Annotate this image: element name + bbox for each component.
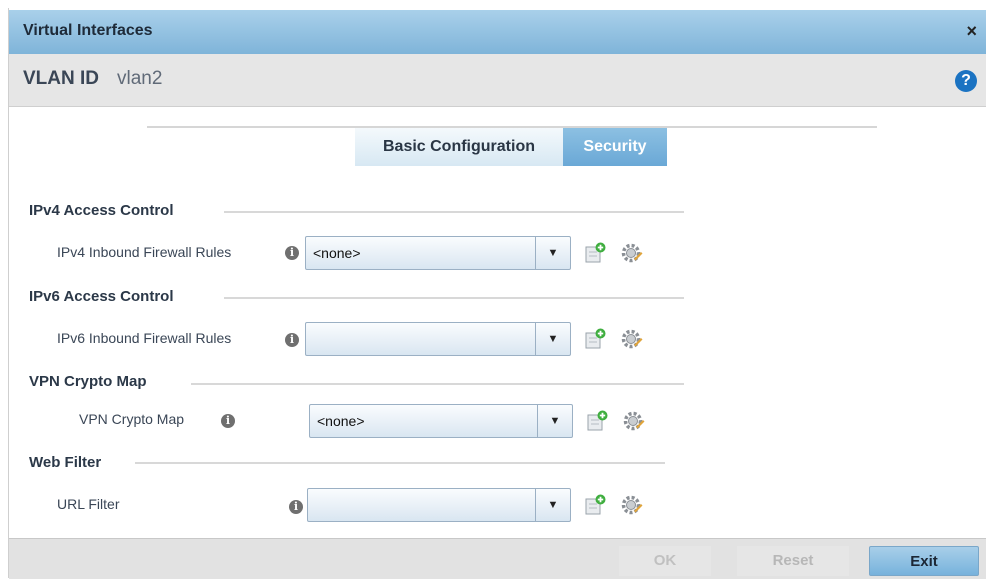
vpn-crypto-map-heading: VPN Crypto Map — [29, 373, 147, 390]
chevron-down-icon[interactable]: ▼ — [535, 237, 570, 269]
tab-basic-configuration[interactable]: Basic Configuration — [355, 128, 563, 166]
ipv6-inbound-firewall-rules-label: IPv6 Inbound Firewall Rules — [57, 330, 232, 346]
ok-button[interactable]: OK — [619, 546, 711, 576]
vlan-header: VLAN ID vlan2 ? — [9, 54, 986, 107]
chevron-down-icon[interactable]: ▼ — [535, 323, 570, 355]
edit-policy-gear-icon[interactable] — [621, 242, 643, 264]
reset-button[interactable]: Reset — [737, 546, 849, 576]
vpn-crypto-map-select[interactable]: <none> ▼ — [309, 404, 573, 438]
ipv6-access-control-heading: IPv6 Access Control — [29, 288, 174, 305]
close-icon[interactable]: × — [966, 21, 977, 42]
exit-button[interactable]: Exit — [869, 546, 979, 576]
edit-policy-gear-icon[interactable] — [621, 494, 643, 516]
tab-security[interactable]: Security — [563, 128, 667, 166]
ipv4-access-control-heading: IPv4 Access Control — [29, 202, 174, 219]
info-icon[interactable]: i — [221, 414, 235, 428]
virtual-interfaces-dialog: Virtual Interfaces × VLAN ID vlan2 ? Bas… — [8, 8, 986, 579]
help-icon[interactable]: ? — [955, 70, 977, 92]
edit-policy-gear-icon[interactable] — [621, 328, 643, 350]
info-icon[interactable]: i — [285, 333, 299, 347]
web-filter-heading: Web Filter — [29, 454, 102, 471]
chevron-down-icon[interactable]: ▼ — [535, 489, 570, 521]
dialog-title-bar: Virtual Interfaces × — [9, 10, 986, 54]
dialog-footer: OK Reset Exit — [9, 538, 986, 579]
info-icon[interactable]: i — [289, 500, 303, 514]
ipv4-inbound-firewall-rules-value: <none> — [313, 245, 361, 261]
vlan-id-label: VLAN ID — [23, 68, 99, 89]
info-icon[interactable]: i — [285, 246, 299, 260]
url-filter-select[interactable]: ▼ — [307, 488, 571, 522]
section-divider — [191, 383, 684, 385]
ipv6-inbound-firewall-rules-select[interactable]: ▼ — [305, 322, 571, 356]
ipv4-inbound-firewall-rules-label: IPv4 Inbound Firewall Rules — [57, 244, 232, 260]
url-filter-label: URL Filter — [57, 496, 120, 512]
section-divider — [224, 211, 684, 213]
add-policy-icon[interactable] — [587, 410, 609, 432]
vpn-crypto-map-label: VPN Crypto Map — [79, 411, 185, 427]
add-policy-icon[interactable] — [585, 328, 607, 350]
section-divider — [224, 297, 684, 299]
add-policy-icon[interactable] — [585, 242, 607, 264]
ipv4-inbound-firewall-rules-select[interactable]: <none> ▼ — [305, 236, 571, 270]
add-policy-icon[interactable] — [585, 494, 607, 516]
vpn-crypto-map-value: <none> — [317, 413, 365, 429]
dialog-title: Virtual Interfaces — [23, 22, 153, 39]
vlan-id-value: vlan2 — [117, 68, 163, 89]
edit-policy-gear-icon[interactable] — [623, 410, 645, 432]
section-divider — [135, 462, 665, 464]
chevron-down-icon[interactable]: ▼ — [537, 405, 572, 437]
